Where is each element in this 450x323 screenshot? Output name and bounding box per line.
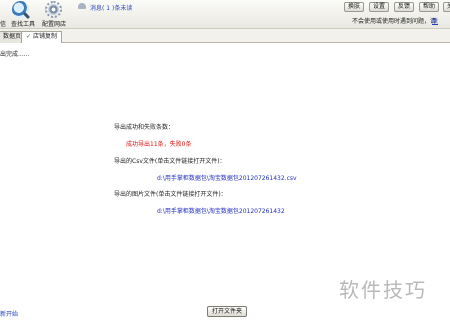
feedback-button[interactable]: 反馈 xyxy=(394,2,415,12)
csv-file-label: 导出的Csv文件(单击文件链接打开文件)： xyxy=(114,158,226,165)
tab-shop-copy[interactable]: ✓ 店铺复制 xyxy=(21,31,63,43)
unread-message-link[interactable]: 消息( 1 )条未读 xyxy=(90,3,132,12)
toolbar-label-partial[interactable]: 信 xyxy=(0,19,6,28)
settings-button[interactable]: 设置 xyxy=(369,2,390,12)
csv-file-link[interactable]: d:\用手掌柜数据包\淘宝数据包201207261432.csv xyxy=(157,173,297,182)
configure-shop-label[interactable]: 配置网店 xyxy=(42,19,66,28)
image-file-label: 导出的图片文件(单击文件链接打开文件)： xyxy=(114,191,227,198)
help-hint-text: 不会使用或使用时遇到问题，请 xyxy=(352,18,437,25)
export-count-heading: 导出成功和失败条数： xyxy=(114,124,175,131)
checkmark-icon: ✓ xyxy=(26,33,32,40)
contact-link[interactable]: 联 xyxy=(432,16,438,25)
close-button[interactable]: 关 xyxy=(443,2,450,12)
search-tool-icon[interactable] xyxy=(12,1,29,18)
tab-strip: 数据页 ✓ 店铺复制 xyxy=(0,29,450,43)
open-folder-button[interactable]: 打开文件夹 xyxy=(207,306,248,317)
watermark-logo: 软件技巧 xyxy=(316,257,450,323)
export-status-text: 出完成...... xyxy=(0,51,30,58)
image-folder-link[interactable]: d:\用手掌柜数据包\淘宝数据包201207261432 xyxy=(157,206,285,215)
top-toolbar: 信 查找工具 配置网店 消息( 1 )条未读 换肤 设置 反馈 帮助 关 不会使… xyxy=(0,0,450,29)
message-icon xyxy=(78,3,86,9)
help-button[interactable]: 帮助 xyxy=(419,2,440,12)
find-tool-label[interactable]: 查找工具 xyxy=(11,19,35,28)
gear-icon[interactable] xyxy=(45,1,62,18)
tab-label: 数据页 xyxy=(3,33,22,40)
restart-link[interactable]: 新开始 xyxy=(0,309,18,318)
tab-label: 店铺复制 xyxy=(33,33,58,40)
export-result-text: 成功导出11条，失败0条 xyxy=(126,141,192,148)
skin-button[interactable]: 换肤 xyxy=(344,2,365,12)
